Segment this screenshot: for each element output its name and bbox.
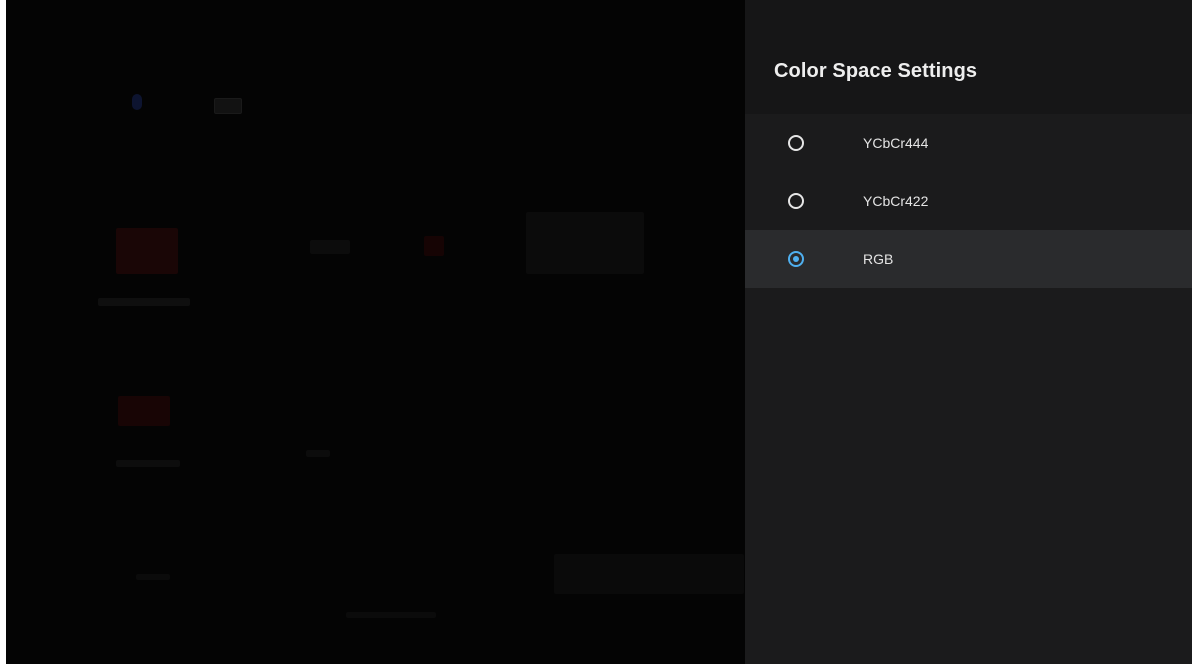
option-ycbcr422[interactable]: YCbCr422 [745, 172, 1192, 230]
tv-screen: Color Space Settings YCbCr444 YCbCr422 R… [6, 0, 1192, 664]
background-brand-logo [554, 554, 744, 594]
background-app-tile [118, 396, 170, 426]
background-app-tile [310, 240, 350, 254]
background-app-label [98, 298, 190, 306]
background-app-tile [116, 228, 178, 274]
background-app-label [306, 450, 330, 457]
radio-unchecked-icon[interactable] [788, 135, 804, 151]
radio-checked-icon[interactable] [788, 251, 804, 267]
panel-title: Color Space Settings [774, 60, 978, 82]
panel-header: Color Space Settings [745, 0, 1192, 114]
option-rgb[interactable]: RGB [745, 230, 1192, 288]
background-app-label [116, 460, 180, 467]
radio-selected-dot [793, 256, 799, 262]
dimmed-launcher-background [6, 0, 746, 664]
background-app-label [346, 612, 436, 618]
microphone-icon [132, 94, 142, 110]
option-label: YCbCr444 [863, 135, 929, 151]
background-app-tile [424, 236, 444, 256]
radio-unchecked-icon[interactable] [788, 193, 804, 209]
color-space-options-list: YCbCr444 YCbCr422 RGB [745, 114, 1192, 288]
keyboard-icon [214, 98, 242, 114]
option-label: RGB [863, 251, 894, 267]
background-app-label [136, 574, 170, 580]
option-label: YCbCr422 [863, 193, 929, 209]
option-ycbcr444[interactable]: YCbCr444 [745, 114, 1192, 172]
color-space-settings-panel: Color Space Settings YCbCr444 YCbCr422 R… [745, 0, 1192, 664]
background-app-tile [526, 212, 644, 274]
